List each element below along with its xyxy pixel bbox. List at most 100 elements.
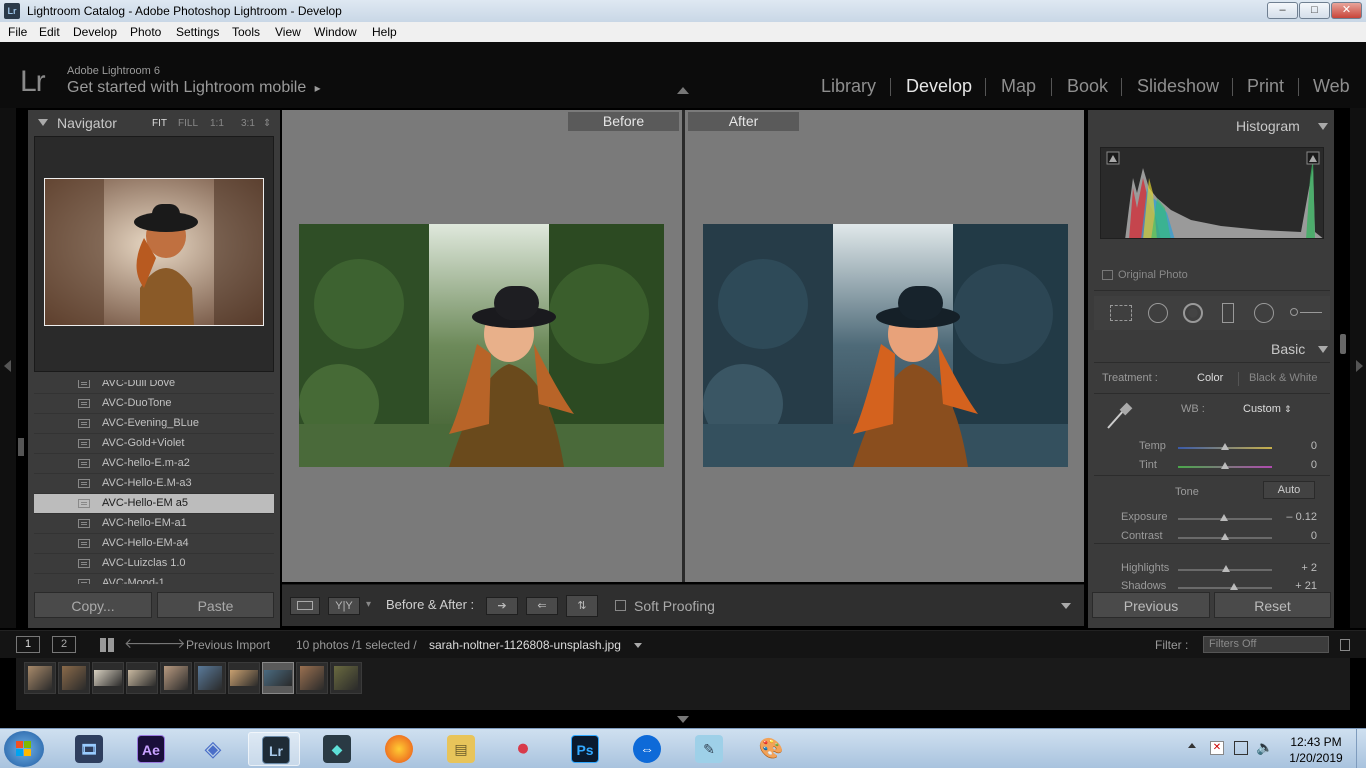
clock-time[interactable]: 12:43 PM [1281, 735, 1351, 749]
menu-view[interactable]: View [275, 25, 301, 39]
wb-dropdown[interactable]: Custom ⇕ [1243, 403, 1292, 415]
crop-tool-icon[interactable] [1110, 305, 1132, 321]
paste-button[interactable]: Paste [157, 592, 274, 618]
slider-value-shadows[interactable]: + 21 [1277, 580, 1317, 592]
previous-button[interactable]: Previous [1092, 592, 1210, 618]
module-book[interactable]: Book [1067, 76, 1108, 97]
menu-settings[interactable]: Settings [176, 25, 219, 39]
close-button[interactable]: ✕ [1331, 2, 1362, 19]
menu-develop[interactable]: Develop [73, 25, 117, 39]
maximize-button[interactable]: □ [1299, 2, 1330, 19]
slider-thumb[interactable] [1220, 514, 1229, 521]
slider-temp[interactable] [1178, 443, 1272, 450]
photoshop-taskbar-icon[interactable]: Ps [558, 732, 610, 766]
paint-taskbar-icon[interactable]: 🎨 [744, 732, 796, 766]
screen-recorder-taskbar-icon[interactable]: ⏺ [496, 732, 548, 766]
treatment-color-option[interactable]: Color [1197, 372, 1223, 384]
lightroom-taskbar-icon[interactable]: Lr [248, 732, 300, 766]
adjustment-brush-icon[interactable] [1290, 308, 1322, 316]
filmstrip-thumbnail[interactable] [262, 662, 294, 694]
filmstrip-thumbnail[interactable] [160, 662, 192, 694]
navigator-header[interactable]: Navigator FIT FILL 1:1 3:1 ⇕ [28, 110, 280, 134]
slider-value-contrast[interactable]: 0 [1277, 530, 1317, 542]
soft-proofing-checkbox[interactable] [615, 600, 626, 611]
firefox-taskbar-icon[interactable] [372, 732, 424, 766]
preset-item[interactable]: AVC-hello-EM-a1 [34, 514, 274, 534]
zoom-1-1[interactable]: 1:1 [210, 118, 224, 129]
filmora-taskbar-icon[interactable]: ◆ [310, 732, 362, 766]
minimize-button[interactable]: – [1267, 2, 1298, 19]
filmstrip-thumbnail[interactable] [126, 662, 158, 694]
before-after-view-button[interactable]: Y|Y [328, 597, 360, 615]
notepad-taskbar-icon[interactable]: ✎ [682, 732, 734, 766]
movie-maker-taskbar-icon[interactable]: 🎞 [62, 732, 114, 766]
view-mode-dropdown-icon[interactable]: ▾ [366, 599, 371, 610]
filmstrip-source[interactable]: Previous Import [186, 638, 270, 652]
wb-eyedropper-icon[interactable] [1102, 400, 1134, 432]
filmstrip-thumbnail[interactable] [92, 662, 124, 694]
preset-item[interactable]: AVC-hello-E.m-a2 [34, 454, 274, 474]
after-photo[interactable] [703, 224, 1068, 467]
spot-removal-icon[interactable] [1148, 303, 1168, 323]
menu-tools[interactable]: Tools [232, 25, 260, 39]
menu-file[interactable]: File [8, 25, 27, 39]
slider-thumb[interactable] [1221, 462, 1229, 469]
left-scrollbar[interactable] [18, 438, 24, 456]
slider-thumb[interactable] [1221, 533, 1229, 540]
preset-item[interactable]: AVC-Dull Dove [34, 380, 274, 394]
filmstrip-thumbnail[interactable] [296, 662, 328, 694]
module-slideshow[interactable]: Slideshow [1137, 76, 1219, 97]
filmstrip-thumbnail[interactable] [330, 662, 362, 694]
basic-disclosure-icon[interactable] [1318, 346, 1328, 353]
module-web[interactable]: Web [1313, 76, 1350, 97]
module-map[interactable]: Map [1001, 76, 1036, 97]
filmstrip-thumbnail[interactable] [228, 662, 260, 694]
slider-tint[interactable] [1178, 462, 1272, 469]
navigator-preview[interactable] [34, 136, 274, 372]
filter-lock-icon[interactable] [1340, 639, 1350, 651]
graduated-filter-icon[interactable] [1222, 303, 1234, 323]
filmstrip-thumbnail[interactable] [194, 662, 226, 694]
reset-button[interactable]: Reset [1214, 592, 1331, 618]
after-effects-taskbar-icon[interactable]: Ae [124, 732, 176, 766]
radial-filter-icon[interactable] [1254, 303, 1274, 323]
original-photo-checkbox[interactable] [1102, 270, 1113, 280]
slider-value-tint[interactable]: 0 [1277, 459, 1317, 471]
zoom-fit[interactable]: FIT [152, 118, 167, 129]
secondary-window-button[interactable]: 2 [52, 636, 76, 653]
network-icon[interactable] [1234, 741, 1248, 755]
action-center-icon[interactable]: ✕ [1210, 741, 1224, 755]
slider-contrast[interactable] [1178, 533, 1272, 540]
toolbar-options-icon[interactable] [1061, 603, 1071, 609]
collapse-top-panel-icon[interactable] [677, 87, 689, 94]
zoom-3-1[interactable]: 3:1 [241, 118, 255, 129]
forward-arrow-icon[interactable]: 🡒 [148, 635, 186, 652]
collapse-right-panel-icon[interactable] [1356, 360, 1363, 372]
zoom-stepper-icon[interactable]: ⇕ [263, 118, 271, 129]
slider-highlights[interactable] [1178, 565, 1272, 572]
module-develop[interactable]: Develop [906, 76, 972, 97]
filmstrip-thumbnail[interactable] [58, 662, 90, 694]
slider-thumb[interactable] [1230, 583, 1239, 590]
module-print[interactable]: Print [1247, 76, 1284, 97]
menu-help[interactable]: Help [372, 25, 397, 39]
copy-after-to-before-button[interactable]: ⇐ [526, 597, 558, 615]
swap-before-after-button[interactable]: ⇅ [566, 595, 598, 617]
slider-shadows[interactable] [1178, 583, 1272, 590]
module-library[interactable]: Library [821, 76, 876, 97]
preset-item[interactable]: AVC-Hello-EM-a4 [34, 534, 274, 554]
collapse-filmstrip-icon[interactable] [677, 716, 689, 723]
filename-dropdown-icon[interactable] [634, 643, 642, 648]
show-desktop-button[interactable] [1356, 729, 1366, 768]
menu-photo[interactable]: Photo [130, 25, 161, 39]
slider-value-temp[interactable]: 0 [1277, 440, 1317, 452]
preset-item[interactable]: AVC-Hello-EM a5 [34, 494, 274, 514]
red-eye-icon[interactable] [1183, 303, 1203, 323]
histogram[interactable] [1100, 147, 1324, 239]
collapse-left-panel-icon[interactable] [4, 360, 11, 372]
zoom-fill[interactable]: FILL [178, 118, 198, 129]
preset-item[interactable]: AVC-Mood-1 [34, 574, 274, 584]
filter-select[interactable]: Filters Off [1203, 636, 1329, 653]
main-window-button[interactable]: 1 [16, 636, 40, 653]
copy-button[interactable]: Copy... [34, 592, 152, 618]
